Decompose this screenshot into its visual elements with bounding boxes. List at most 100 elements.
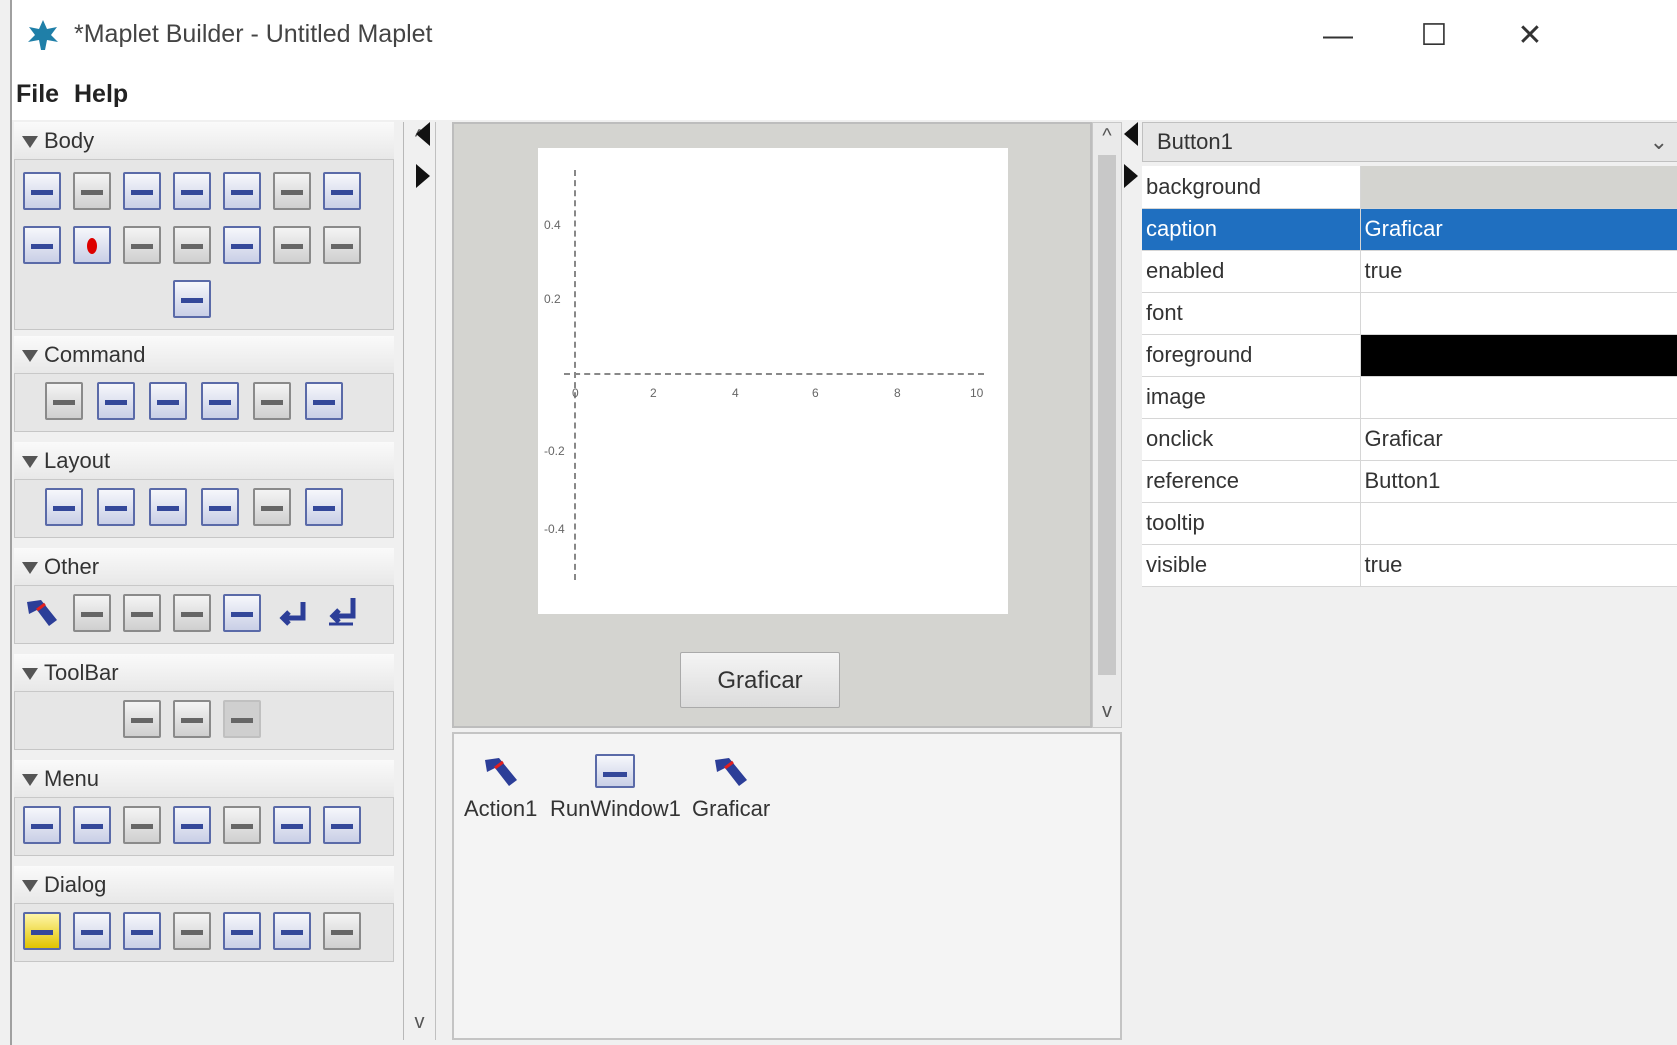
section-header-menu[interactable]: Menu — [14, 760, 394, 798]
section-header-other[interactable]: Other — [14, 548, 394, 586]
scroll-up-icon[interactable]: ^ — [1093, 125, 1121, 148]
action-element-icon[interactable] — [23, 594, 61, 632]
section-header-command[interactable]: Command — [14, 336, 394, 374]
check-box-menu-item-icon[interactable] — [173, 806, 211, 844]
collapse-left-arrow-icon[interactable] — [1124, 122, 1138, 146]
property-value[interactable] — [1360, 292, 1677, 335]
return-element-icon[interactable] — [273, 594, 311, 632]
argument-element-icon[interactable] — [73, 594, 111, 632]
close-button[interactable]: ✕ — [1500, 14, 1560, 58]
action-command-icon[interactable] — [45, 382, 83, 420]
graficar-button[interactable]: Graficar — [680, 652, 840, 708]
radio-button-icon[interactable] — [73, 226, 111, 264]
math-container-icon[interactable] — [323, 172, 361, 210]
property-value[interactable]: true — [1360, 250, 1677, 293]
menu-bar-icon[interactable] — [23, 806, 61, 844]
font-element-icon[interactable] — [173, 594, 211, 632]
palette-scrollbar[interactable]: ^ v — [404, 122, 436, 1040]
plotter-preview[interactable]: 0.4 0.2 -0.2 -0.4 0 2 4 6 8 10 — [538, 148, 1008, 614]
scroll-down-icon[interactable]: v — [1093, 700, 1121, 723]
property-row[interactable]: image — [1142, 376, 1677, 419]
box-column-icon[interactable] — [97, 488, 135, 526]
window-layout-icon[interactable] — [305, 488, 343, 526]
return-item-icon[interactable] — [323, 594, 361, 632]
component-graficar[interactable]: Graficar — [692, 754, 770, 822]
section-header-layout[interactable]: Layout — [14, 442, 394, 480]
property-row[interactable]: tooltip — [1142, 502, 1677, 545]
design-scrollbar[interactable]: ^ v — [1092, 122, 1122, 728]
expand-right-arrow-icon[interactable] — [416, 164, 430, 188]
button-element-icon[interactable] — [23, 172, 61, 210]
menu-help[interactable]: Help — [74, 80, 128, 109]
component-action1[interactable]: Action1 — [464, 754, 537, 822]
maximize-button[interactable]: ☐ — [1404, 14, 1464, 58]
section-header-body[interactable]: Body — [14, 122, 394, 160]
input-dialog-icon[interactable] — [223, 912, 261, 950]
minimize-button[interactable]: — — [1308, 14, 1368, 58]
evaluate-command-icon[interactable] — [97, 382, 135, 420]
design-canvas[interactable]: 0.4 0.2 -0.2 -0.4 0 2 4 6 8 10 Graficar — [452, 122, 1092, 728]
expand-right-arrow-icon[interactable] — [1124, 164, 1138, 188]
textfield-element-icon[interactable] — [273, 226, 311, 264]
property-value[interactable]: Graficar — [1360, 418, 1677, 461]
border-layout-icon[interactable] — [201, 488, 239, 526]
property-row[interactable]: visible true — [1142, 544, 1677, 587]
grid-layout-icon[interactable] — [253, 488, 291, 526]
message-dialog-icon[interactable] — [273, 912, 311, 950]
combobox-element-icon[interactable] — [123, 172, 161, 210]
toolbar-separator-icon[interactable] — [223, 700, 261, 738]
set-option-command-icon[interactable] — [305, 382, 343, 420]
popup-menu-icon[interactable] — [273, 806, 311, 844]
confirm-dialog-icon[interactable] — [123, 912, 161, 950]
property-row[interactable]: reference Button1 — [1142, 460, 1677, 503]
property-value[interactable]: Button1 — [1360, 460, 1677, 503]
run-dialog-command-icon[interactable] — [201, 382, 239, 420]
box-layout-icon[interactable] — [45, 488, 83, 526]
checkbox-element-icon[interactable] — [73, 172, 111, 210]
property-value[interactable] — [1360, 376, 1677, 419]
menu-element-icon[interactable] — [73, 806, 111, 844]
table-element-icon[interactable] — [173, 226, 211, 264]
label-element-icon[interactable] — [223, 172, 261, 210]
property-row[interactable]: onclick Graficar — [1142, 418, 1677, 461]
toolbar-button-icon[interactable] — [173, 700, 211, 738]
radio-button-menu-item-icon[interactable] — [323, 806, 361, 844]
property-row[interactable]: caption Graficar — [1142, 208, 1677, 251]
menu-file[interactable]: File — [16, 80, 59, 109]
property-value[interactable] — [1360, 166, 1677, 209]
property-row[interactable]: foreground — [1142, 334, 1677, 377]
question-dialog-icon[interactable] — [323, 912, 361, 950]
listbox-element-icon[interactable] — [273, 172, 311, 210]
scroll-down-icon[interactable]: v — [404, 1011, 435, 1034]
chevron-down-icon[interactable]: ⌄ — [1650, 129, 1668, 155]
property-row[interactable]: font — [1142, 292, 1677, 335]
collapse-left-arrow-icon[interactable] — [416, 122, 430, 146]
font-color-icon[interactable] — [223, 594, 261, 632]
dropdown-element-icon[interactable] — [173, 172, 211, 210]
return-command-icon[interactable] — [149, 382, 187, 420]
color-dialog-icon[interactable] — [73, 912, 111, 950]
property-row[interactable]: background — [1142, 166, 1677, 209]
property-value[interactable] — [1360, 334, 1677, 377]
file-dialog-icon[interactable] — [173, 912, 211, 950]
section-header-toolbar[interactable]: ToolBar — [14, 654, 394, 692]
property-value[interactable]: Graficar — [1360, 208, 1677, 251]
property-value[interactable] — [1360, 502, 1677, 545]
alert-dialog-icon[interactable] — [23, 912, 61, 950]
textbox-element-icon[interactable] — [223, 226, 261, 264]
component-runwindow1[interactable]: RunWindow1 — [550, 754, 681, 822]
menu-item-icon[interactable] — [123, 806, 161, 844]
scroll-thumb[interactable] — [1098, 155, 1116, 675]
properties-splitter[interactable] — [1124, 122, 1142, 1040]
run-window-command-icon[interactable] — [253, 382, 291, 420]
toggle-element-icon[interactable] — [323, 226, 361, 264]
toggle-button-icon[interactable] — [173, 280, 211, 318]
property-row[interactable]: enabled true — [1142, 250, 1677, 293]
element-selector[interactable]: Button1 ⌄ — [1142, 122, 1677, 162]
slider-element-icon[interactable] — [123, 226, 161, 264]
property-value[interactable]: true — [1360, 544, 1677, 587]
menu-separator-icon[interactable] — [223, 806, 261, 844]
toolbar-element-icon[interactable] — [123, 700, 161, 738]
image-element-icon[interactable] — [123, 594, 161, 632]
section-header-dialog[interactable]: Dialog — [14, 866, 394, 904]
